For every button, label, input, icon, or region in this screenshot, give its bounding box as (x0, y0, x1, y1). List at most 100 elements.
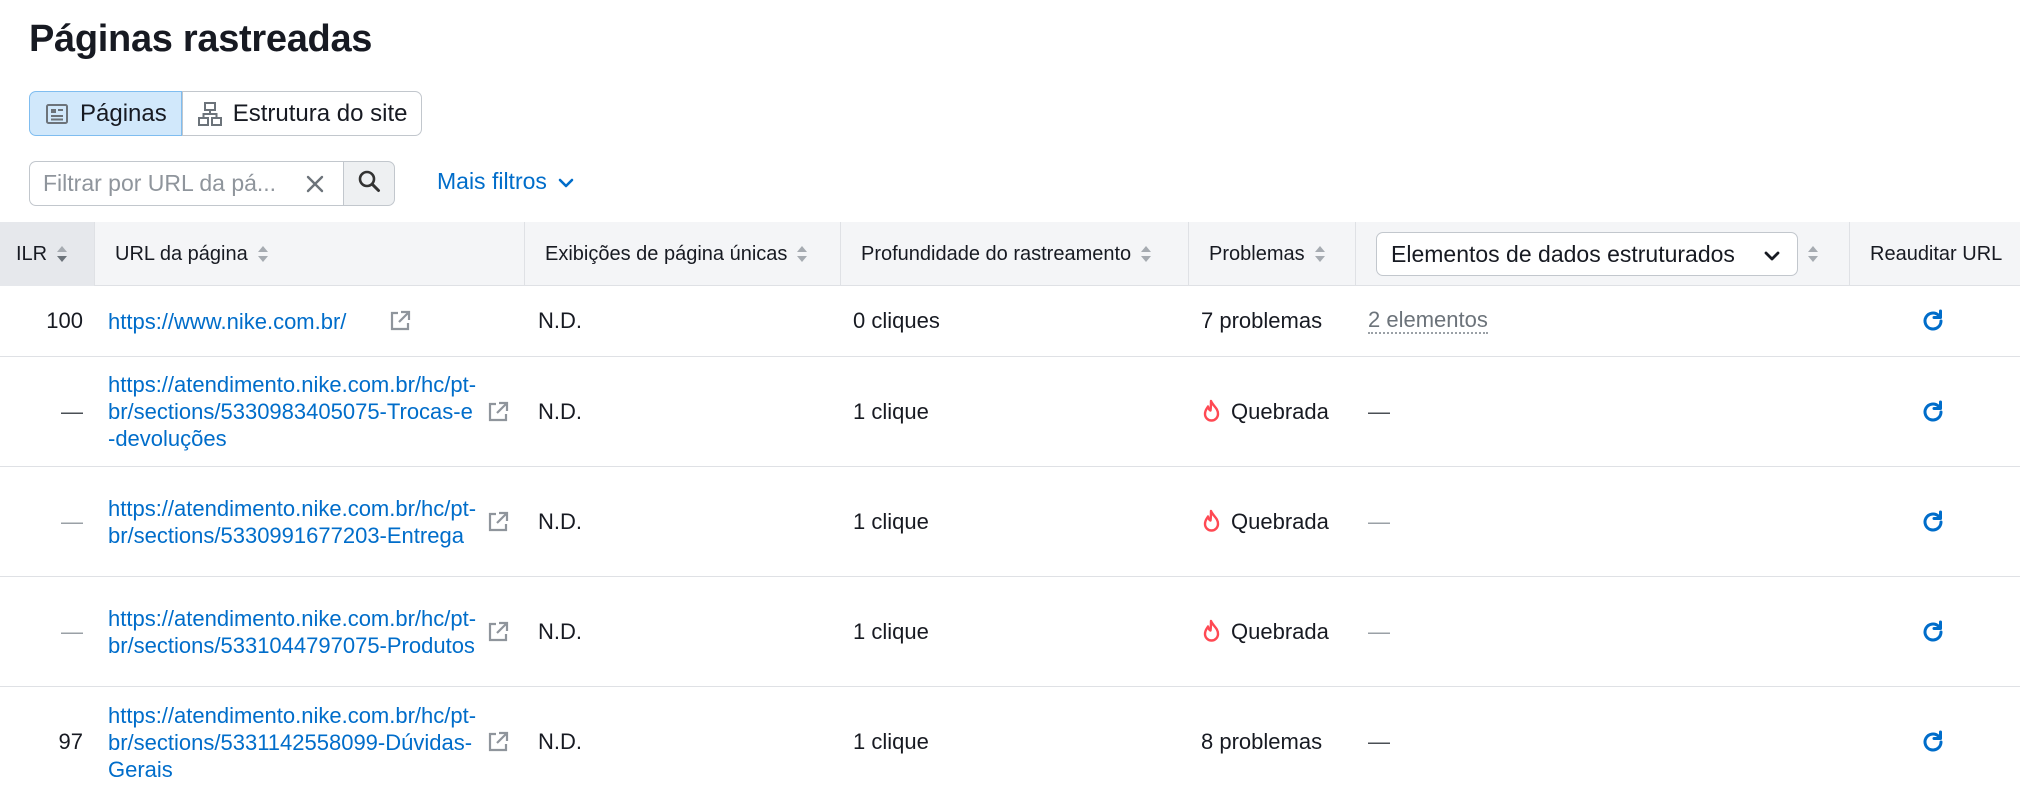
problems-count: 7 problemas (1201, 308, 1323, 333)
reaudit-button[interactable] (1918, 467, 1948, 576)
external-link-icon[interactable] (486, 620, 510, 644)
more-filters-label: Mais filtros (437, 168, 547, 194)
tab-pages[interactable]: Páginas (29, 91, 182, 136)
page-url-link[interactable]: https://atendimento.nike.com.br/hc/pt-br… (108, 495, 478, 549)
views-value: N.D. (538, 729, 582, 754)
structured-elements-link[interactable]: 2 elementos (1368, 308, 1488, 334)
page-title: Páginas rastreadas (29, 18, 373, 60)
external-link-icon[interactable] (486, 730, 510, 754)
structured-data-value: — (1368, 729, 1390, 754)
sort-icon (57, 246, 68, 262)
ilr-value: 100 (46, 308, 83, 333)
url-cell: https://atendimento.nike.com.br/hc/pt-br… (108, 467, 523, 576)
structured-data-value: — (1368, 398, 1390, 424)
sort-icon (1314, 246, 1325, 262)
refresh-icon (1923, 620, 1943, 641)
search-button[interactable] (343, 161, 395, 206)
external-link-icon[interactable] (388, 309, 412, 333)
column-label-ilr: ILR (16, 242, 48, 265)
structured-data-cell: 2 elementos (1368, 286, 1488, 356)
column-header-url[interactable]: URL da página (95, 222, 525, 286)
sort-icon (1141, 246, 1152, 262)
column-label-problems: Problemas (1209, 242, 1305, 265)
problems-value[interactable]: Quebrada (1201, 357, 1329, 466)
column-header-depth[interactable]: Profundidade do rastreamento (841, 222, 1189, 286)
url-cell: https://www.nike.com.br/ (108, 286, 523, 356)
column-label-depth: Profundidade do rastreamento (861, 242, 1132, 265)
reaudit-button[interactable] (1918, 687, 1948, 791)
column-header-views[interactable]: Exibições de página únicas (525, 222, 841, 286)
broken-status: Quebrada (1231, 508, 1329, 534)
fire-icon (1203, 509, 1220, 532)
structured-data-select[interactable]: Elementos de dados estruturados (1376, 232, 1798, 276)
table-header: ILR URL da página Exibições de página ún… (0, 222, 2020, 286)
search-icon (357, 169, 381, 198)
views-value: N.D. (538, 308, 582, 333)
fire-icon (1203, 619, 1220, 642)
page-url-link[interactable]: https://atendimento.nike.com.br/hc/pt-br… (108, 371, 478, 452)
reaudit-button[interactable] (1918, 577, 1948, 686)
depth-value: 1 clique (853, 618, 929, 644)
url-filter-input[interactable] (30, 170, 290, 197)
depth-value: 1 clique (853, 729, 929, 754)
more-filters-button[interactable]: Mais filtros (437, 168, 575, 195)
crawled-pages-screen: Páginas rastreadas Páginas Estrutura do … (0, 0, 2020, 791)
views-value: N.D. (538, 398, 582, 424)
page-url-link[interactable]: https://atendimento.nike.com.br/hc/pt-br… (108, 605, 478, 659)
column-header-ilr[interactable]: ILR (0, 222, 95, 286)
chevron-down-icon (557, 168, 575, 195)
external-link-icon[interactable] (486, 510, 510, 534)
sort-icon (797, 246, 808, 262)
refresh-icon (1923, 730, 1943, 752)
table-row: — https://atendimento.nike.com.br/hc/pt-… (0, 467, 2020, 577)
view-switcher: Páginas Estrutura do site (29, 91, 423, 136)
close-icon[interactable] (303, 172, 327, 196)
refresh-icon (1923, 309, 1943, 331)
structured-data-value: — (1368, 508, 1390, 534)
views-value: N.D. (538, 618, 582, 644)
structured-data-value: — (1368, 618, 1390, 644)
refresh-icon (1923, 400, 1943, 421)
url-cell: https://atendimento.nike.com.br/hc/pt-br… (108, 687, 523, 791)
page-url-link[interactable]: https://www.nike.com.br/ (108, 308, 346, 335)
sort-icon (257, 246, 268, 262)
views-value: N.D. (538, 508, 582, 534)
broken-status: Quebrada (1231, 398, 1329, 424)
column-label-reaudit: Reauditar URL (1870, 242, 2003, 265)
problems-count: 8 problemas (1201, 729, 1323, 754)
site-structure-icon (197, 101, 223, 127)
problems-value[interactable]: 7 problemas (1201, 286, 1322, 356)
reaudit-button[interactable] (1918, 286, 1948, 356)
column-header-structured: Elementos de dados estruturados (1356, 222, 1850, 286)
column-label-views: Exibições de página únicas (545, 242, 788, 265)
problems-value[interactable]: 8 problemas (1201, 687, 1322, 791)
problems-value[interactable]: Quebrada (1201, 577, 1329, 686)
tab-site-structure[interactable]: Estrutura do site (181, 91, 423, 136)
url-cell: https://atendimento.nike.com.br/hc/pt-br… (108, 577, 523, 686)
table-row: — https://atendimento.nike.com.br/hc/pt-… (0, 357, 2020, 467)
page-url-link[interactable]: https://atendimento.nike.com.br/hc/pt-br… (108, 702, 478, 783)
tab-site-structure-label: Estrutura do site (232, 99, 408, 127)
ilr-value: — (61, 398, 83, 424)
problems-value[interactable]: Quebrada (1201, 467, 1329, 576)
external-link-icon[interactable] (486, 400, 510, 424)
table-row: — https://atendimento.nike.com.br/hc/pt-… (0, 577, 2020, 687)
url-cell: https://atendimento.nike.com.br/hc/pt-br… (108, 357, 523, 466)
ilr-value: — (61, 618, 83, 644)
depth-value: 1 clique (853, 508, 929, 534)
column-label-url: URL da página (115, 242, 248, 265)
tab-pages-label: Páginas (80, 99, 167, 127)
ilr-value: — (61, 508, 83, 534)
broken-status: Quebrada (1231, 618, 1329, 644)
sort-icon[interactable] (1806, 243, 1820, 265)
url-filter (29, 161, 395, 206)
pages-icon (44, 101, 70, 127)
depth-value: 0 cliques (853, 308, 940, 333)
chevron-down-icon (1763, 241, 1781, 268)
reaudit-button[interactable] (1918, 357, 1948, 466)
ilr-value: 97 (58, 729, 83, 754)
crawled-pages-table: ILR URL da página Exibições de página ún… (0, 222, 2020, 791)
column-header-problems[interactable]: Problemas (1189, 222, 1356, 286)
column-header-reaudit: Reauditar URL (1850, 222, 2020, 286)
refresh-icon (1923, 510, 1943, 531)
